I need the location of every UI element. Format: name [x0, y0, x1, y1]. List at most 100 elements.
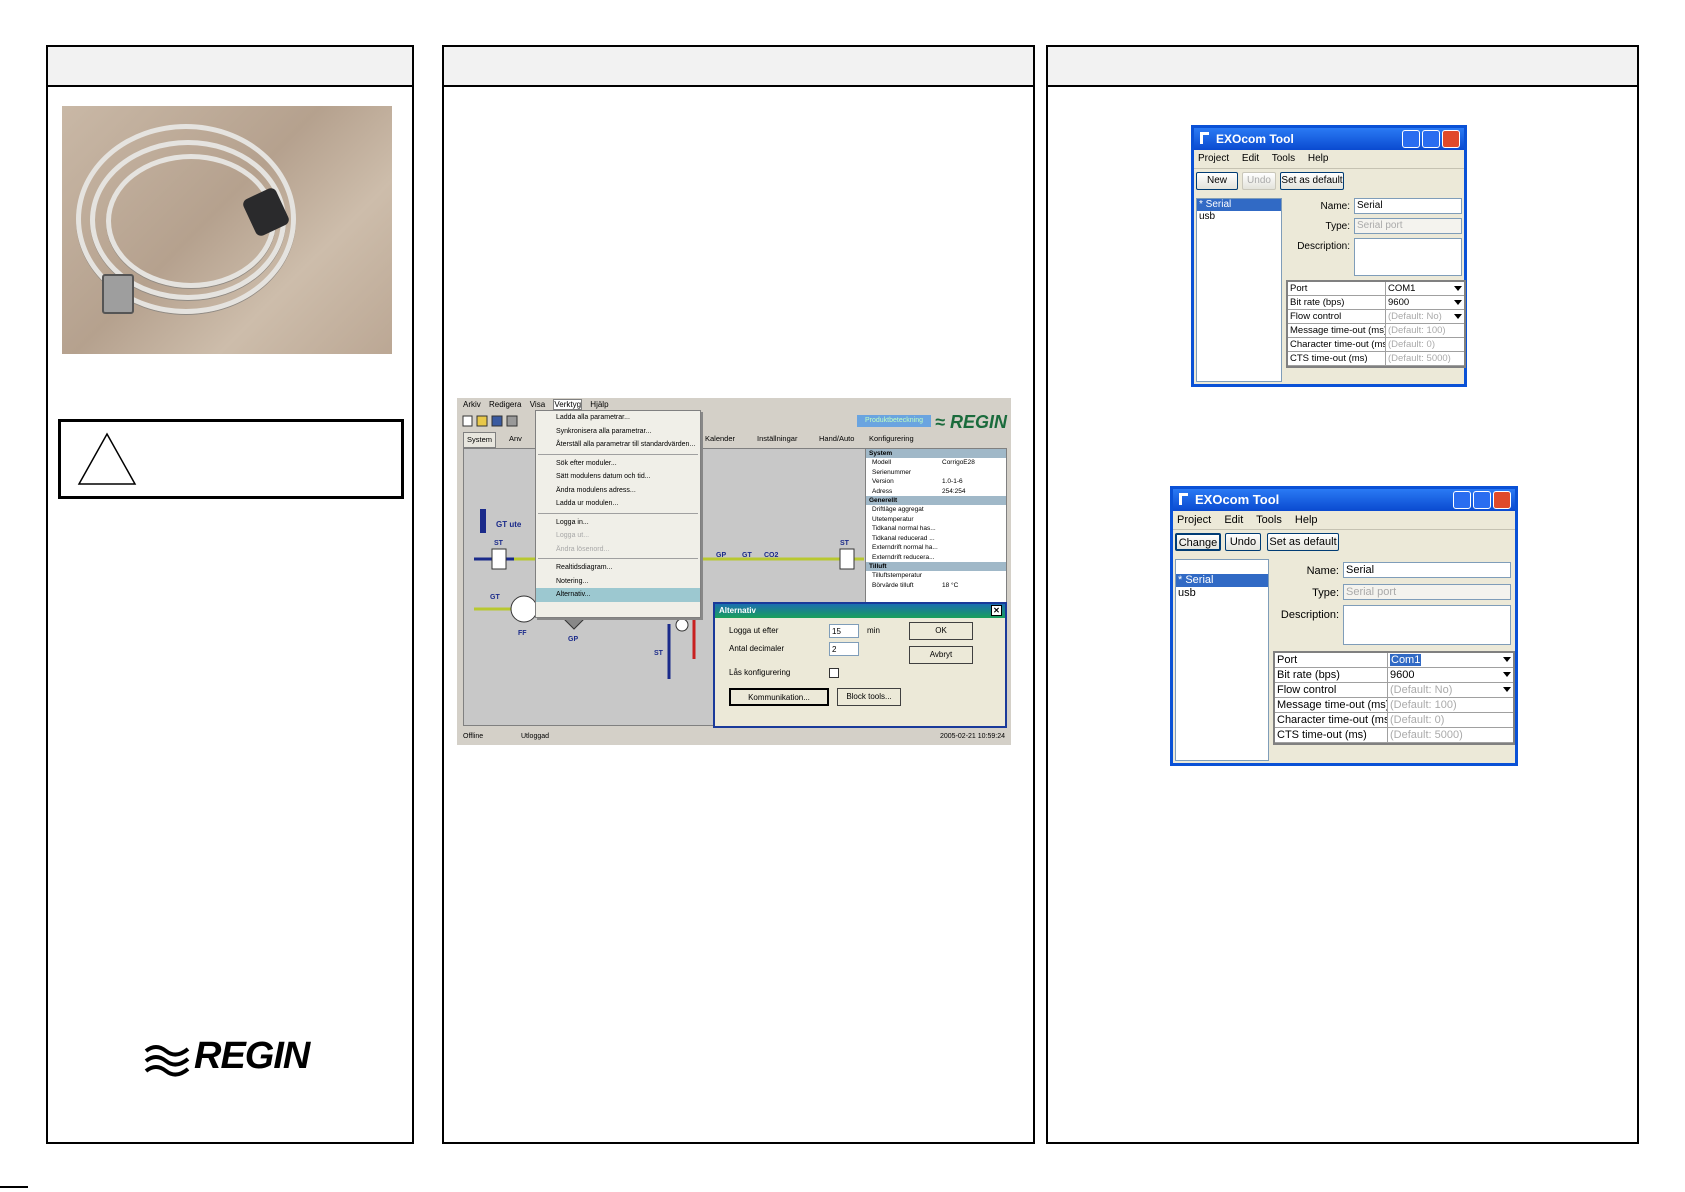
exocom-title: EXOcom Tool — [1195, 492, 1280, 507]
grid-row: Port COM1 — [1288, 282, 1464, 296]
new-button[interactable]: New — [1196, 172, 1238, 190]
dropdown-arrow-icon[interactable] — [1454, 314, 1462, 319]
menu-item[interactable]: Notering... — [536, 575, 700, 589]
grid-value[interactable]: (Default: No) — [1386, 310, 1464, 323]
status-datetime: 2005-02-21 10:59:24 — [940, 733, 1005, 740]
grid-value[interactable]: 9600 — [1386, 296, 1464, 309]
grid-value[interactable]: (Default: 0) — [1386, 338, 1464, 351]
menu-item[interactable]: Återställ alla parametrar till standardv… — [536, 438, 700, 452]
grid-value[interactable]: (Default: 0) — [1388, 713, 1513, 727]
software-menu-item[interactable]: Verktyg — [553, 399, 583, 410]
list-item-serial[interactable]: * Serial — [1197, 199, 1281, 211]
port-settings-grid: Port COM1 Bit rate (bps) 9600 Flow control… — [1286, 280, 1466, 368]
menu-item[interactable]: Ladda ur modulen... — [536, 497, 700, 511]
name-field[interactable]: Serial — [1354, 198, 1462, 214]
block-tools-button[interactable]: Block tools... — [837, 688, 901, 706]
set-default-button[interactable]: Set as default — [1267, 533, 1339, 551]
description-field[interactable] — [1343, 605, 1511, 645]
dropdown-arrow-icon[interactable] — [1503, 657, 1511, 662]
list-item-usb[interactable]: usb — [1176, 587, 1268, 600]
grid-value[interactable]: (Default: 100) — [1388, 698, 1513, 712]
grid-value[interactable]: COM1 — [1386, 282, 1464, 295]
grid-value[interactable]: Com1 — [1388, 653, 1513, 667]
minimize-icon[interactable] — [1453, 491, 1471, 509]
cancel-button[interactable]: Avbryt — [909, 646, 973, 664]
menu-item[interactable]: Sök efter moduler... — [536, 457, 700, 471]
communication-button[interactable]: Kommunikation... — [729, 688, 829, 706]
ok-button[interactable]: OK — [909, 622, 973, 640]
undo-button: Undo — [1242, 172, 1276, 190]
menu-edit[interactable]: Edit — [1224, 514, 1243, 526]
software-menu-item[interactable]: Visa — [530, 400, 545, 409]
close-icon[interactable] — [1493, 491, 1511, 509]
menu-item-alternativ[interactable]: Alternativ... — [536, 588, 700, 602]
grid-row: Bit rate (bps) 9600 — [1275, 668, 1513, 683]
diagram-label: CO2 — [764, 552, 779, 559]
dialog-close-icon[interactable]: ✕ — [991, 605, 1002, 616]
sidebar-key: Serienummer — [872, 468, 912, 476]
menu-project[interactable]: Project — [1198, 153, 1229, 164]
menu-item[interactable]: Logga in... — [536, 516, 700, 530]
menu-separator — [538, 512, 698, 514]
menu-item[interactable]: Sätt modulens datum och tid... — [536, 470, 700, 484]
tab-system[interactable]: System — [463, 432, 497, 448]
grid-value[interactable]: (Default: No) — [1388, 683, 1513, 697]
grid-value-text: (Default: No) — [1388, 311, 1442, 322]
menu-help[interactable]: Help — [1295, 514, 1318, 526]
set-default-button[interactable]: Set as default — [1280, 172, 1344, 190]
menu-item[interactable]: Realtidsdiagram... — [536, 561, 700, 575]
minimize-icon[interactable] — [1402, 130, 1420, 148]
grid-row: Character time-out (ms) (Default: 0) — [1288, 338, 1464, 352]
left-panel-header — [48, 47, 412, 87]
sidebar-row: Externdrift normal ha... — [872, 544, 938, 551]
menu-edit[interactable]: Edit — [1242, 153, 1259, 164]
software-menu-item[interactable]: Hjälp — [590, 400, 608, 409]
software-menu-item[interactable]: Arkiv — [463, 400, 481, 409]
change-button[interactable]: Change — [1175, 533, 1221, 551]
maximize-icon[interactable] — [1422, 130, 1440, 148]
list-item-serial[interactable]: * Serial — [1176, 574, 1268, 587]
grid-value[interactable]: (Default: 100) — [1386, 324, 1464, 337]
exocom-titlebar: EXOcom Tool — [1173, 489, 1515, 511]
lock-checkbox[interactable] — [829, 668, 839, 678]
sidebar-row: Tilluftstemperatur — [866, 571, 1006, 581]
software-menu-item[interactable]: Redigera — [489, 400, 521, 409]
tab-anv[interactable]: Anv — [509, 432, 522, 446]
menu-project[interactable]: Project — [1177, 514, 1211, 526]
tab-installningar[interactable]: Inställningar — [757, 432, 797, 446]
menu-item[interactable]: Ladda alla parametrar... — [536, 411, 700, 425]
tab-konfigurering[interactable]: Konfigurering — [869, 432, 914, 446]
description-field[interactable] — [1354, 238, 1462, 276]
grid-value[interactable]: (Default: 5000) — [1386, 352, 1464, 365]
grid-value-text: 9600 — [1388, 297, 1410, 308]
diagram-label: ST — [654, 650, 664, 657]
grid-value[interactable]: 9600 — [1388, 668, 1513, 682]
sidebar-key: Börvärde tilluft — [872, 581, 914, 589]
logout-unit: min — [867, 626, 880, 635]
grid-value[interactable]: (Default: 5000) — [1388, 728, 1513, 742]
dropdown-arrow-icon[interactable] — [1503, 687, 1511, 692]
exocom-toolbar: New Undo Set as default — [1194, 169, 1464, 193]
list-item-usb[interactable]: usb — [1197, 211, 1281, 223]
tab-kalender[interactable]: Kalender — [705, 432, 735, 446]
name-field[interactable]: Serial — [1343, 562, 1511, 578]
close-icon[interactable] — [1442, 130, 1460, 148]
menu-item[interactable]: Ändra modulens adress... — [536, 484, 700, 498]
dropdown-arrow-icon[interactable] — [1503, 672, 1511, 677]
sidebar-section-header: Generellt — [866, 496, 1006, 505]
menu-item[interactable]: Synkronisera alla parametrar... — [536, 425, 700, 439]
decimals-input[interactable]: 2 — [829, 642, 859, 656]
type-select: Serial port — [1343, 584, 1511, 600]
undo-button[interactable]: Undo — [1225, 533, 1261, 551]
maximize-icon[interactable] — [1473, 491, 1491, 509]
menu-help[interactable]: Help — [1308, 153, 1329, 164]
menu-tools[interactable]: Tools — [1272, 153, 1295, 164]
warning-box — [58, 419, 404, 499]
description-label: Description: — [1280, 609, 1339, 621]
menu-tools[interactable]: Tools — [1256, 514, 1282, 526]
sidebar-row: Modell CorrigoE28 — [866, 458, 1006, 468]
dropdown-arrow-icon[interactable] — [1454, 286, 1462, 291]
logout-input[interactable]: 15 — [829, 624, 859, 638]
dropdown-arrow-icon[interactable] — [1454, 300, 1462, 305]
tab-hand-auto[interactable]: Hand/Auto — [819, 432, 854, 446]
